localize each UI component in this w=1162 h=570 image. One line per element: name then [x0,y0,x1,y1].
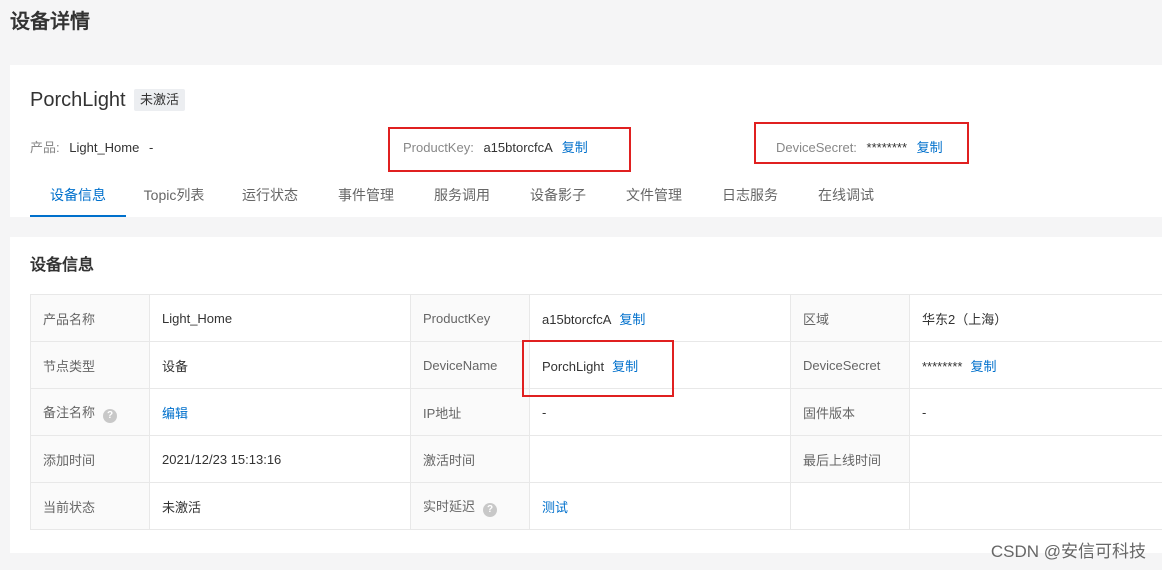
node-type-value: 设备 [162,358,189,374]
device-info-table: 产品名称 Light_Home ProductKey a15btorcfcA 复制… [30,294,1162,530]
field-label: 实时延迟? [410,482,530,530]
status-badge: 未激活 [134,89,186,111]
product-meta: 产品: Light_Home - [30,139,153,157]
field-label: DeviceName [410,341,530,389]
field-label: 添加时间 [30,435,150,483]
field-value: a15btorcfcA 复制 [529,294,791,342]
section-title: 设备信息 [30,257,95,274]
field-value: 设备 [149,341,411,389]
product-link[interactable]: Light_Home [69,140,139,155]
field-label: 区域 [790,294,910,342]
field-value: 测试 [529,482,791,530]
field-value: 编辑 [149,388,411,436]
tab-device-shadow[interactable]: 设备影子 [510,177,606,217]
product-name-value: Light_Home [162,310,233,326]
tab-online-debug[interactable]: 在线调试 [798,177,894,217]
highlight-box-device-secret [754,122,969,164]
field-value: - [909,388,1162,436]
highlight-box-product-key [388,127,631,172]
product-extra: - [148,140,154,155]
watermark: CSDN @安信可科技 [990,542,1146,561]
copy-product-key-button[interactable]: 复制 [619,312,645,327]
added-time-value: 2021/12/23 15:13:16 [162,451,282,467]
device-info-card: 设备信息 产品名称 Light_Home ProductKey a15btorc… [10,237,1162,553]
field-value: 2021/12/23 15:13:16 [149,435,411,483]
field-value [909,435,1162,483]
test-latency-button[interactable]: 测试 [542,500,568,515]
region-value: 华东2（上海） [922,311,1008,327]
field-label: 当前状态 [30,482,150,530]
help-icon[interactable]: ? [483,502,498,517]
copy-device-secret-button[interactable]: 复制 [970,359,996,374]
tab-run-status[interactable]: 运行状态 [222,177,318,217]
field-label: DeviceSecret [790,341,910,389]
help-icon[interactable]: ? [103,408,118,423]
field-label: ProductKey [410,294,530,342]
field-label: 备注名称? [30,388,150,436]
tab-bar: 设备信息 Topic列表 运行状态 事件管理 服务调用 设备影子 文件管理 日志… [30,177,894,217]
device-secret-value: ******** [922,358,963,374]
firmware-version-value: - [922,404,927,420]
tab-device-info[interactable]: 设备信息 [30,177,126,217]
field-label: 节点类型 [30,341,150,389]
table-row: 当前状态 未激活 实时延迟? 测试 [30,482,1162,530]
tab-event-management[interactable]: 事件管理 [318,177,414,217]
field-label: 最后上线时间 [790,435,910,483]
tab-topic-list[interactable]: Topic列表 [126,177,222,217]
table-row: 产品名称 Light_Home ProductKey a15btorcfcA 复制… [30,294,1162,342]
table-row: 添加时间 2021/12/23 15:13:16 激活时间 最后上线时间 [30,435,1162,483]
device-name: PorchLight [30,89,126,111]
page-title: 设备详情 [10,11,90,33]
field-label: 产品名称 [30,294,150,342]
highlight-box-device-name [522,340,674,397]
field-value: Light_Home [149,294,411,342]
field-label: IP地址 [410,388,530,436]
current-status-value: 未激活 [162,499,202,515]
tab-file-management[interactable]: 文件管理 [606,177,702,217]
ip-address-value: - [542,404,547,420]
remark-label: 备注名称 [43,404,96,420]
device-header-card: PorchLight 未激活 产品: Light_Home - ProductK… [10,65,1162,217]
latency-label: 实时延迟 [423,498,476,514]
edit-remark-button[interactable]: 编辑 [162,406,188,421]
tab-service-call[interactable]: 服务调用 [414,177,510,217]
field-label: 激活时间 [410,435,530,483]
product-label: 产品: [30,140,60,155]
field-value: 未激活 [149,482,411,530]
empty-cell [909,482,1162,530]
tab-log-service[interactable]: 日志服务 [702,177,798,217]
field-value: ******** 复制 [909,341,1162,389]
field-label: 固件版本 [790,388,910,436]
field-value [529,435,791,483]
empty-cell [790,482,910,530]
field-value: 华东2（上海） [909,294,1162,342]
product-key-value: a15btorcfcA [542,311,612,327]
